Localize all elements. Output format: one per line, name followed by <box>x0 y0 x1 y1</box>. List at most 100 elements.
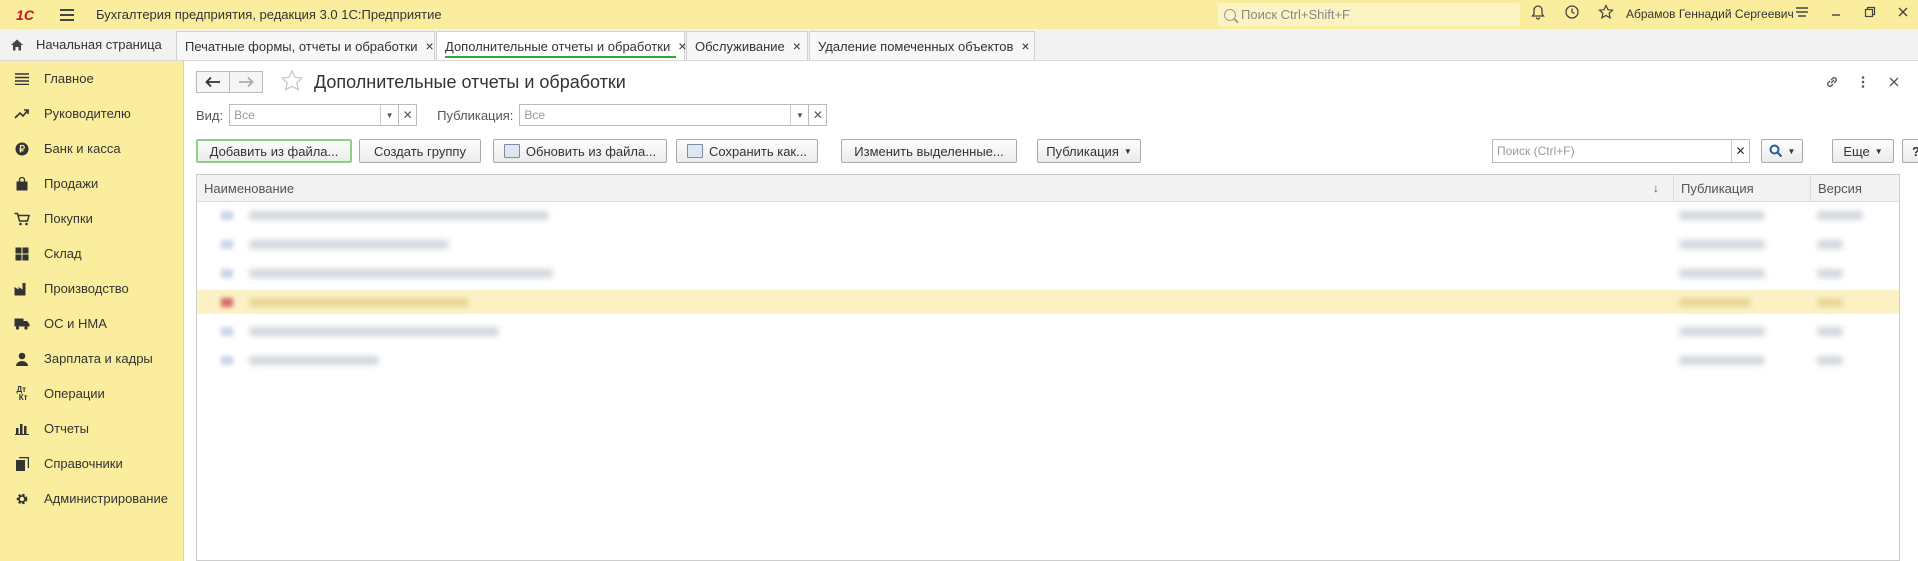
sidebar-item-bank[interactable]: Банк и касса <box>0 131 183 166</box>
processing-icon <box>221 269 233 278</box>
factory-icon <box>14 281 30 297</box>
favorites-star-icon[interactable] <box>1596 4 1616 24</box>
redacted-publication <box>1679 356 1765 365</box>
sidebar-item-fixed-assets[interactable]: ОС и НМА <box>0 306 183 341</box>
add-from-file-button[interactable]: Добавить из файла... <box>196 139 352 163</box>
view-filter-value: Все <box>234 108 255 122</box>
redacted-name <box>249 327 499 336</box>
sidebar-item-label: Справочники <box>44 456 123 471</box>
more-menu-button[interactable]: Еще ▼ <box>1832 139 1894 163</box>
bell-icon[interactable] <box>1528 4 1548 24</box>
close-window-icon[interactable] <box>1893 4 1913 24</box>
app-title: Бухгалтерия предприятия, редакция 3.0 1С… <box>96 7 442 22</box>
tab-close-icon[interactable]: × <box>426 38 434 54</box>
sidebar-item-directories[interactable]: Справочники <box>0 446 183 481</box>
minimize-icon[interactable] <box>1826 4 1846 24</box>
link-icon[interactable] <box>1824 74 1840 93</box>
bar-chart-icon <box>14 421 30 437</box>
sidebar-item-label: Продажи <box>44 176 99 191</box>
tab-bar: Начальная страница Печатные формы, отчет… <box>0 29 1918 61</box>
sidebar-item-production[interactable]: Производство <box>0 271 183 306</box>
sidebar-item-main[interactable]: Главное <box>0 61 183 96</box>
tab-additional-reports[interactable]: Дополнительные отчеты и обработки × <box>436 31 686 60</box>
publication-filter-select[interactable]: Все ▼ <box>519 104 810 126</box>
redacted-publication <box>1679 211 1765 220</box>
tab-label: Печатные формы, отчеты и обработки <box>185 38 418 54</box>
list-search-input[interactable]: Поиск (Ctrl+F) ✕ <box>1492 139 1750 163</box>
trend-icon <box>14 106 30 122</box>
create-group-button[interactable]: Создать группу <box>359 139 481 163</box>
processing-icon <box>221 356 233 365</box>
sidebar-item-sales[interactable]: Продажи <box>0 166 183 201</box>
sidebar-item-purchases[interactable]: Покупки <box>0 201 183 236</box>
table-row[interactable] <box>197 348 1899 372</box>
redacted-name <box>249 269 553 278</box>
sidebar-item-operations[interactable]: Дт Кт Операции <box>0 376 183 411</box>
add-to-favorites-star-icon[interactable] <box>280 69 304 99</box>
change-selected-button[interactable]: Изменить выделенные... <box>841 139 1017 163</box>
sidebar-item-label: Операции <box>44 386 105 401</box>
tab-close-icon[interactable]: × <box>793 38 801 54</box>
update-from-file-button[interactable]: Обновить из файла... <box>493 139 667 163</box>
table-row-selected[interactable] <box>197 290 1899 314</box>
sidebar-item-salary[interactable]: Зарплата и кадры <box>0 341 183 376</box>
table-row[interactable] <box>197 203 1899 227</box>
sidebar-item-warehouse[interactable]: Склад <box>0 236 183 271</box>
update-file-icon <box>503 144 520 158</box>
sidebar-item-label: Администрирование <box>44 491 168 506</box>
tab-print-forms[interactable]: Печатные формы, отчеты и обработки × <box>176 31 435 60</box>
sidebar-item-label: Производство <box>44 281 129 296</box>
more-vertical-icon[interactable] <box>1860 74 1866 93</box>
column-header-name[interactable]: Наименование <box>197 175 1673 202</box>
sidebar-item-label: Отчеты <box>44 421 89 436</box>
forward-arrow-icon[interactable] <box>229 71 263 93</box>
filter-row: Вид: Все ▼ ✕ Публикация: Все ▼ ✕ <box>196 104 847 126</box>
save-as-button[interactable]: Сохранить как... <box>676 139 818 163</box>
publication-filter-label: Публикация: <box>437 107 514 123</box>
search-icon <box>1769 144 1782 158</box>
reports-table[interactable]: Наименование ↓ Публикация Версия <box>196 174 1900 561</box>
view-filter-select[interactable]: Все ▼ <box>229 104 400 126</box>
sidebar-item-manager[interactable]: Руководителю <box>0 96 183 131</box>
list-search-placeholder: Поиск (Ctrl+F) <box>1497 144 1575 158</box>
view-filter-label: Вид: <box>196 107 224 123</box>
redacted-name <box>249 211 549 220</box>
table-row[interactable] <box>197 319 1899 343</box>
table-row[interactable] <box>197 261 1899 285</box>
back-arrow-icon[interactable] <box>196 71 230 93</box>
tab-home-label: Начальная страница <box>36 37 162 52</box>
tab-close-icon[interactable]: × <box>1021 38 1029 54</box>
redacted-version <box>1817 298 1843 307</box>
warehouse-icon <box>14 246 30 262</box>
tab-home[interactable]: Начальная страница <box>0 29 176 60</box>
sort-desc-icon[interactable]: ↓ <box>1653 181 1659 195</box>
dropdown-arrow-icon[interactable]: ▼ <box>790 105 808 125</box>
main-content: Дополнительные отчеты и обработки Вид: В… <box>184 61 1918 561</box>
page-title: Дополнительные отчеты и обработки <box>314 72 626 92</box>
publication-menu-button[interactable]: Публикация ▼ <box>1037 139 1141 163</box>
redacted-publication <box>1679 240 1765 249</box>
tab-delete-marked[interactable]: Удаление помеченных объектов × <box>809 31 1035 60</box>
global-search-input[interactable]: Поиск Ctrl+Shift+F <box>1218 3 1520 26</box>
settings-lines-icon[interactable] <box>1792 4 1812 24</box>
sidebar-item-label: Зарплата и кадры <box>44 351 153 366</box>
column-header-version[interactable]: Версия <box>1810 175 1899 202</box>
main-menu-icon[interactable] <box>52 0 82 29</box>
dropdown-arrow-icon[interactable]: ▼ <box>380 105 398 125</box>
restore-icon[interactable] <box>1860 4 1880 24</box>
processing-icon <box>221 327 233 336</box>
clear-publication-filter-icon[interactable]: ✕ <box>809 104 828 126</box>
search-options-button[interactable]: ▼ <box>1761 139 1803 163</box>
user-name[interactable]: Абрамов Геннадий Сергеевич <box>1626 7 1794 21</box>
bag-icon <box>14 176 30 192</box>
clear-search-icon[interactable]: ✕ <box>1731 140 1749 162</box>
table-row[interactable] <box>197 232 1899 256</box>
tab-maintenance[interactable]: Обслуживание × <box>686 31 808 60</box>
sidebar-item-reports[interactable]: Отчеты <box>0 411 183 446</box>
help-button[interactable]: ? <box>1902 139 1918 163</box>
history-icon[interactable] <box>1562 4 1582 24</box>
sidebar-item-administration[interactable]: Администрирование <box>0 481 183 516</box>
column-header-publication[interactable]: Публикация <box>1673 175 1810 202</box>
clear-view-filter-icon[interactable]: ✕ <box>399 104 418 126</box>
close-form-icon[interactable] <box>1888 74 1900 93</box>
